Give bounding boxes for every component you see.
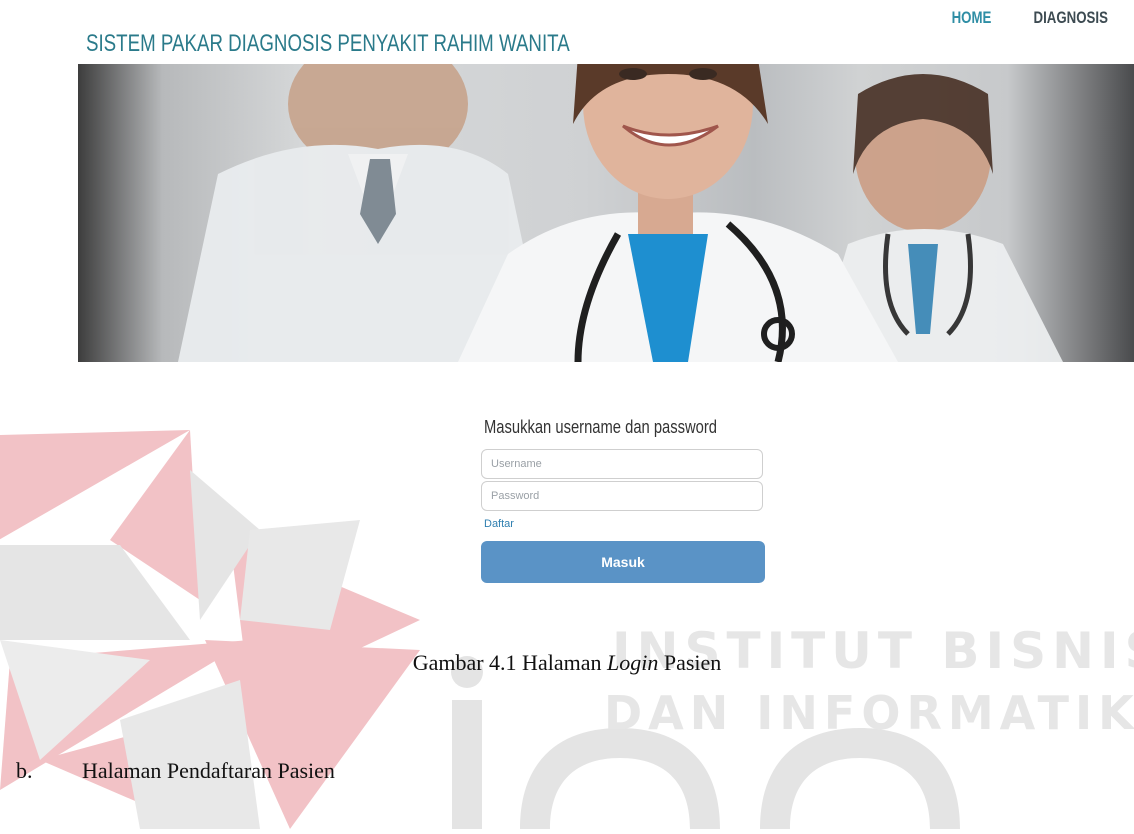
- main-nav: HOME DIAGNOSIS: [946, 8, 1118, 28]
- hero-banner: [78, 64, 1134, 362]
- figure-caption: Gambar 4.1 Halaman Login Pasien: [0, 650, 1134, 676]
- caption-prefix: Gambar 4.1 Halaman: [412, 650, 607, 675]
- app-title: SISTEM PAKAR DIAGNOSIS PENYAKIT RAHIM WA…: [86, 30, 570, 57]
- doctors-illustration: [178, 64, 1063, 362]
- nav-diagnosis[interactable]: DIAGNOSIS: [1033, 8, 1107, 28]
- username-input[interactable]: [481, 449, 763, 479]
- nav-home[interactable]: HOME: [951, 8, 991, 28]
- password-input[interactable]: [481, 481, 763, 511]
- login-heading: Masukkan username dan password: [484, 417, 718, 437]
- section-title: Halaman Pendaftaran Pasien: [82, 758, 335, 783]
- login-button[interactable]: Masuk: [481, 541, 765, 583]
- section-number: b.: [16, 758, 33, 783]
- center-doctor: [458, 64, 898, 362]
- caption-suffix: Pasien: [658, 650, 722, 675]
- watermark-line-2: DAN INFORMATIKA: [604, 686, 1134, 740]
- caption-italic: Login: [606, 650, 659, 675]
- register-link[interactable]: Daftar: [484, 518, 514, 530]
- section-heading: b. Halaman Pendaftaran Pasien: [16, 758, 335, 784]
